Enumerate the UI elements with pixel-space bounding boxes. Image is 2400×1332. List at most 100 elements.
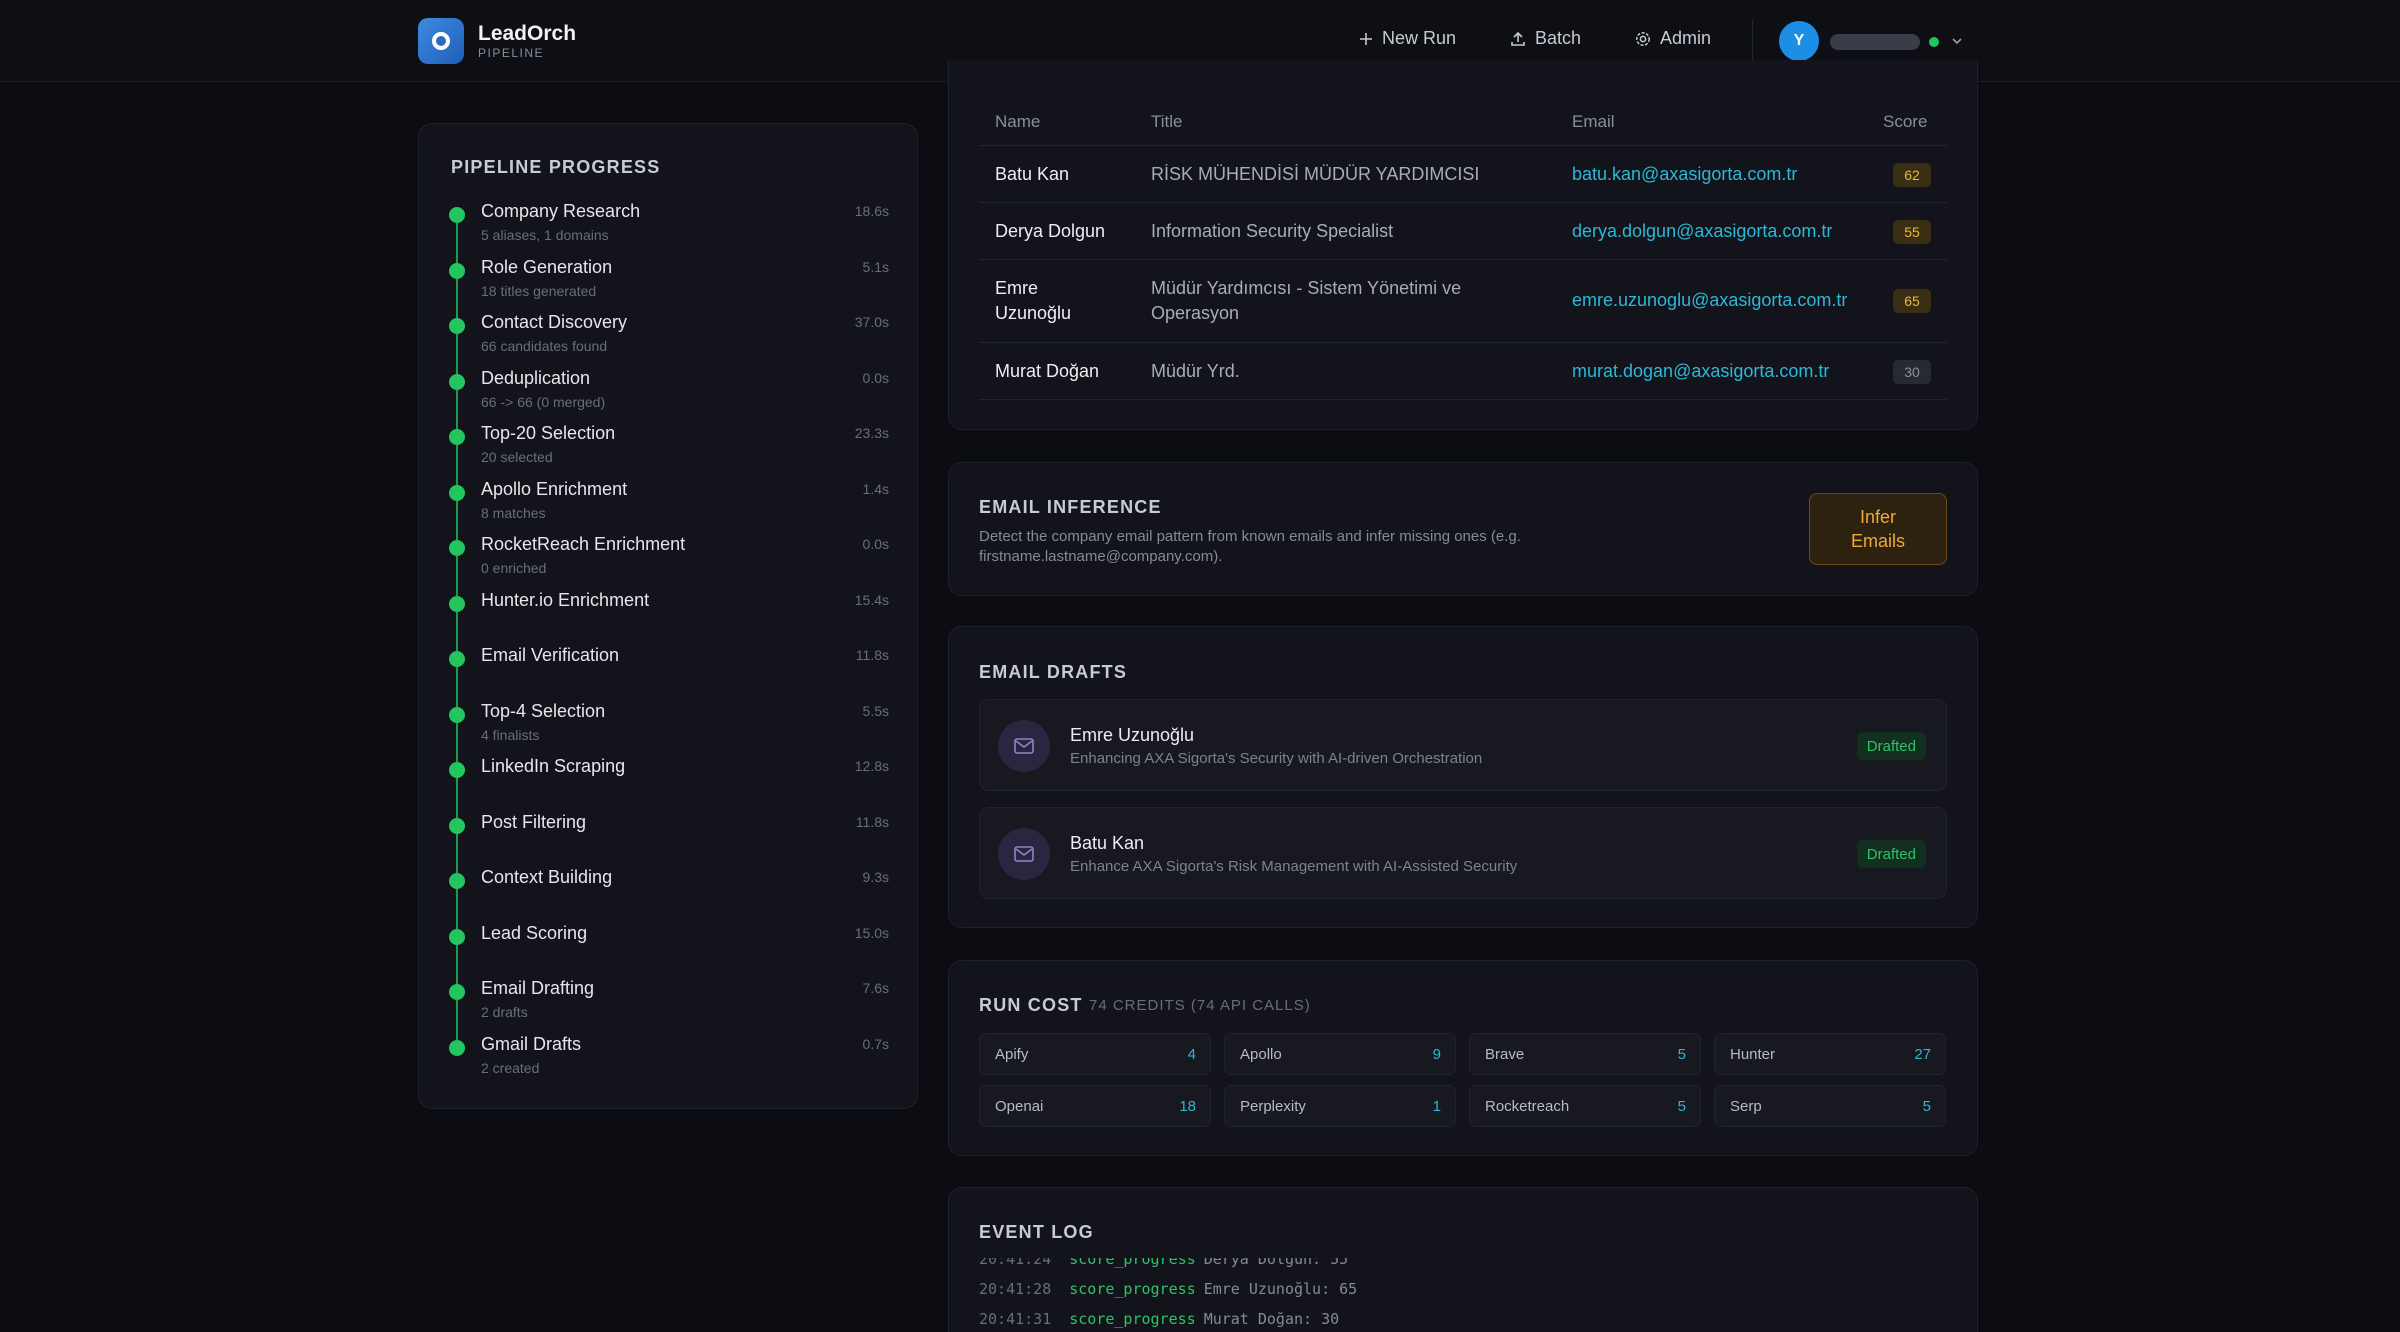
step-name: Apollo Enrichment bbox=[481, 478, 628, 499]
online-status-dot bbox=[1929, 37, 1939, 47]
step-duration: 11.8s bbox=[855, 813, 889, 830]
log-time: 20:41:28 bbox=[979, 1280, 1052, 1298]
step-duration: 0.7s bbox=[862, 1035, 889, 1052]
run-cost-panel: RUN COST 74 CREDITS (74 API CALLS) Apify… bbox=[948, 960, 1978, 1156]
log-event: score_progress bbox=[1069, 1310, 1196, 1328]
mail-icon bbox=[998, 828, 1050, 880]
step-duration: 1.4s bbox=[862, 480, 889, 497]
pipeline-progress-panel: PIPELINE PROGRESS Company Research 5 alia… bbox=[418, 123, 918, 1109]
step-duration: 23.3s bbox=[854, 425, 889, 441]
cost-provider: Serp bbox=[1730, 1098, 1762, 1115]
score-badge: 55 bbox=[1893, 220, 1931, 244]
step-detail: 0 enriched bbox=[481, 560, 547, 576]
step-name: Context Building bbox=[481, 867, 613, 887]
admin-button[interactable]: Admin bbox=[1634, 28, 1711, 49]
step-complete-dot bbox=[449, 928, 465, 945]
avatar[interactable]: Y bbox=[1779, 21, 1819, 61]
step-connector bbox=[456, 944, 458, 985]
plus-icon bbox=[1360, 32, 1372, 45]
score-badge: 65 bbox=[1893, 289, 1931, 313]
cost-provider: Rocketreach bbox=[1485, 1098, 1570, 1115]
step-connector bbox=[456, 889, 458, 929]
step-detail: 18 titles generated bbox=[481, 282, 597, 299]
gear-icon bbox=[1636, 31, 1650, 46]
log-entry: 20:41:24 score_progress Derya Dolgun: 55 bbox=[979, 1258, 1348, 1268]
contact-name: Murat Doğan bbox=[995, 361, 1100, 381]
contact-email-link[interactable]: murat.dogan@axasigorta.com.tr bbox=[1572, 361, 1829, 382]
pipeline-title: PIPELINE PROGRESS bbox=[451, 157, 661, 177]
step-connector bbox=[456, 334, 458, 374]
cost-item: Apify 4 bbox=[979, 1033, 1211, 1075]
step-connector bbox=[456, 833, 458, 874]
step-detail: 66 -> 66 (0 merged) bbox=[481, 393, 606, 410]
step-name: Post Filtering bbox=[481, 811, 587, 832]
log-message: Murat Doğan: 30 bbox=[1203, 1310, 1340, 1328]
step-connector bbox=[456, 722, 458, 763]
cost-credits: 18 bbox=[1179, 1098, 1196, 1115]
contact-email-link[interactable]: derya.dolgun@axasigorta.com.tr bbox=[1572, 221, 1832, 242]
contact-email-link[interactable]: batu.kan@axasigorta.com.tr bbox=[1572, 164, 1797, 185]
infer-emails-button[interactable]: Infer Emails bbox=[1809, 493, 1947, 565]
draft-item[interactable]: Emre Uzunoğlu Enhancing AXA Sigorta's Se… bbox=[979, 699, 1947, 791]
score-badge: 62 bbox=[1893, 163, 1931, 187]
contact-title-line2: Operasyon bbox=[1151, 303, 1240, 323]
step-complete-dot bbox=[449, 429, 465, 445]
step-complete-dot bbox=[449, 706, 465, 723]
step-name: RocketReach Enrichment bbox=[481, 534, 686, 554]
cost-item: Rocketreach 5 bbox=[1469, 1085, 1701, 1127]
event-log-title: EVENT LOG bbox=[979, 1222, 1094, 1242]
contact-title: Müdür Yrd. bbox=[1151, 361, 1240, 381]
step-connector bbox=[456, 500, 458, 541]
draft-subject: Enhancing AXA Sigorta's Security with AI… bbox=[1070, 750, 1483, 767]
step-complete-dot bbox=[449, 540, 465, 556]
contacts-table: Name Title Email Score Batu Kan RİSK MÜH… bbox=[948, 60, 1978, 430]
step-duration: 0.0s bbox=[862, 536, 889, 552]
step-complete-dot bbox=[449, 873, 465, 889]
step-detail: 2 created bbox=[481, 1059, 540, 1076]
step-duration: 15.4s bbox=[854, 591, 889, 608]
step-complete-dot bbox=[449, 651, 465, 667]
new-run-button[interactable]: New Run bbox=[1358, 28, 1456, 49]
step-name: Company Research bbox=[481, 201, 641, 221]
draft-item[interactable]: Batu Kan Enhance AXA Sigorta's Risk Mana… bbox=[979, 807, 1947, 899]
chevron-down-icon[interactable] bbox=[1950, 34, 1964, 48]
cost-provider: Hunter bbox=[1730, 1046, 1776, 1063]
cost-item: Serp 5 bbox=[1714, 1085, 1946, 1127]
run-cost-title: RUN COST bbox=[979, 995, 1083, 1015]
step-complete-dot bbox=[449, 1039, 465, 1056]
email-inference-panel: EMAIL INFERENCE Detect the company email… bbox=[948, 462, 1978, 596]
step-detail: 20 selected bbox=[481, 449, 553, 465]
log-time: 20:41:31 bbox=[979, 1310, 1052, 1328]
step-complete-dot bbox=[449, 262, 465, 279]
step-connector bbox=[456, 445, 458, 485]
cost-item: Apollo 9 bbox=[1224, 1033, 1456, 1075]
contact-name: Derya Dolgun bbox=[995, 221, 1106, 241]
column-header-title: Title bbox=[1151, 112, 1183, 131]
step-name: Lead Scoring bbox=[481, 922, 588, 943]
infer-emails-label: Infer Emails bbox=[1850, 507, 1905, 551]
event-log-panel: EVENT LOG 20:41:24 score_progress Derya Do… bbox=[948, 1187, 1978, 1332]
log-entry: 20:41:28 score_progress Emre Uzunoğlu: 65 bbox=[979, 1280, 1357, 1298]
cost-item: Hunter 27 bbox=[1714, 1033, 1946, 1075]
step-complete-dot bbox=[449, 762, 465, 778]
email-inference-description: Detect the company email pattern from kn… bbox=[979, 528, 1521, 565]
step-name: Top-20 Selection bbox=[481, 423, 616, 443]
admin-label: Admin bbox=[1660, 28, 1712, 48]
log-entry: 20:41:31 score_progress Murat Doğan: 30 bbox=[979, 1310, 1339, 1328]
cost-provider: Perplexity bbox=[1240, 1098, 1306, 1115]
contact-email-link[interactable]: emre.uzunoglu@axasigorta.com.tr bbox=[1572, 290, 1847, 311]
brand[interactable]: LeadOrch PIPELINE bbox=[418, 18, 576, 64]
step-detail: 66 candidates found bbox=[481, 338, 608, 354]
draft-subject: Enhance AXA Sigorta's Risk Management wi… bbox=[1070, 858, 1518, 875]
contact-name: Emre bbox=[995, 278, 1039, 298]
log-event: score_progress bbox=[1069, 1258, 1196, 1268]
step-name: Role Generation bbox=[481, 256, 613, 277]
email-drafts-title: EMAIL DRAFTS bbox=[979, 662, 1128, 682]
batch-button[interactable]: Batch bbox=[1509, 28, 1581, 49]
contact-title: Müdür Yardımcısı - Sistem Yönetimi ve bbox=[1151, 278, 1462, 298]
brand-subtitle: PIPELINE bbox=[478, 46, 545, 60]
email-inference-title: EMAIL INFERENCE bbox=[979, 497, 1162, 517]
step-duration: 5.1s bbox=[862, 258, 889, 275]
step-name: Email Verification bbox=[481, 645, 620, 665]
cost-credits: 5 bbox=[1677, 1046, 1686, 1063]
